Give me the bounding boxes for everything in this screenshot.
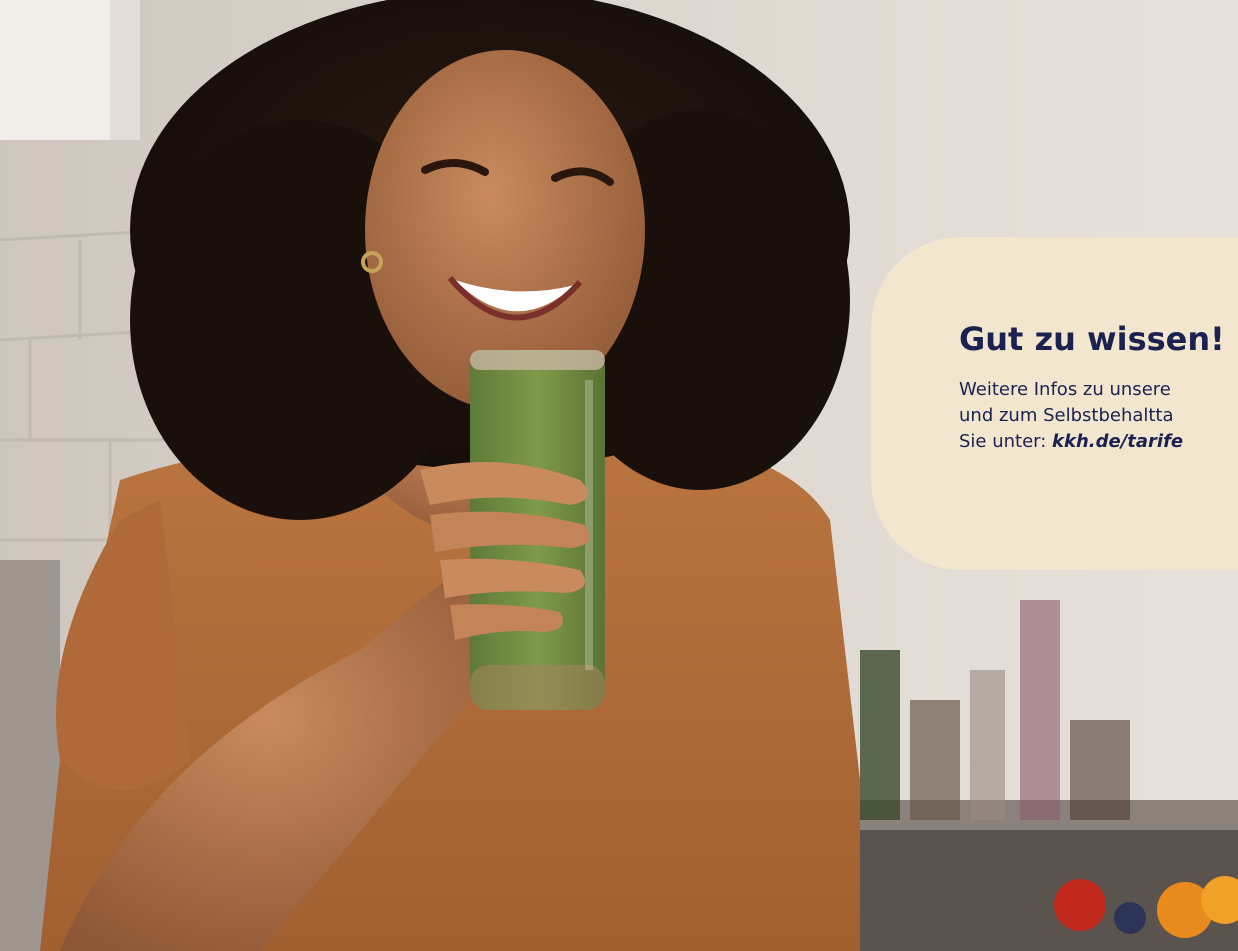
info-text: Weitere Infos zu unsere und zum Selbstbe… [959, 377, 1238, 455]
info-text-prefix: Sie unter: [959, 431, 1053, 452]
info-text-line-1: Weitere Infos zu unsere [959, 379, 1171, 400]
info-card: Gut zu wissen! Weitere Infos zu unsere u… [871, 237, 1238, 570]
info-title: Gut zu wissen! [959, 320, 1225, 358]
info-text-line-2: und zum Selbstbehaltta [959, 405, 1174, 426]
info-text-line-3: Sie unter: kkh.de/tarife [959, 429, 1238, 455]
tariff-link[interactable]: kkh.de/tarife [1052, 431, 1183, 452]
advertisement-scene: Gut zu wissen! Weitere Infos zu unsere u… [0, 0, 1238, 951]
